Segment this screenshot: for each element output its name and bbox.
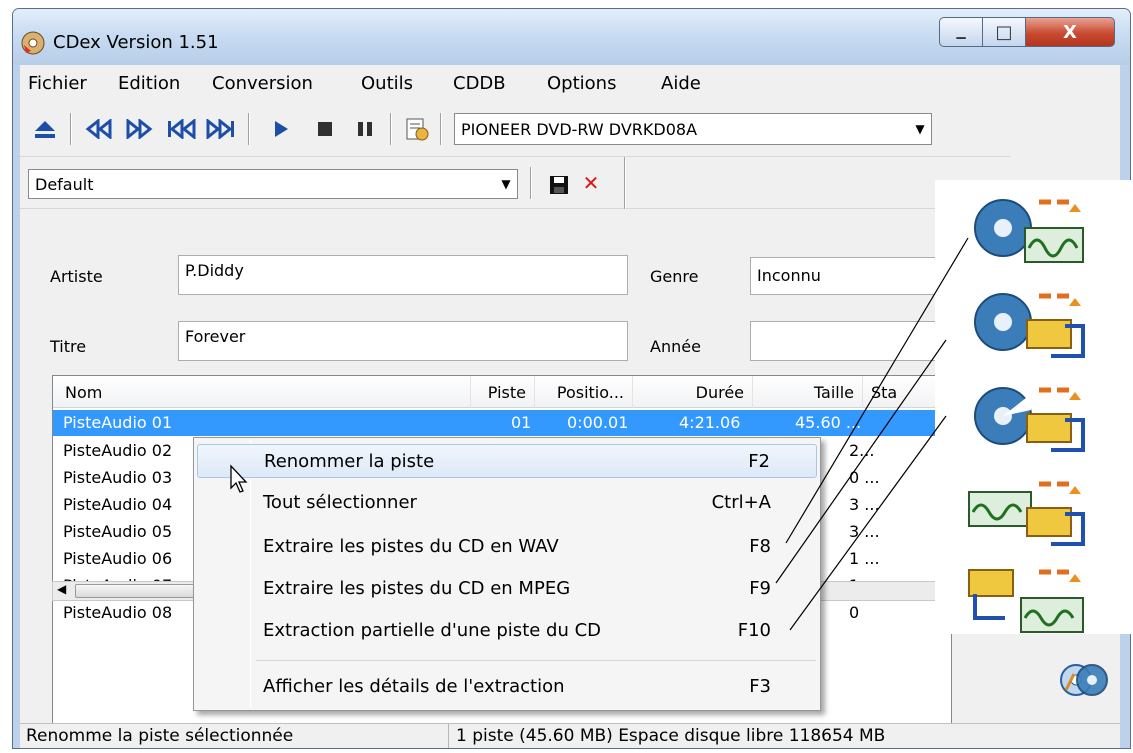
- title-bar[interactable]: CDex Version 1.51 ▁ □ X: [13, 9, 1130, 65]
- partial-extract-icon[interactable]: [965, 380, 1089, 454]
- menu-item-shortcut: F2: [748, 451, 770, 472]
- menu-bar: Fichier Edition Conversion Outils CDDB O…: [20, 65, 1120, 101]
- track-name: PisteAudio 02: [63, 441, 173, 460]
- table-row[interactable]: PisteAudio 01 01 0:00.01 4:21.06 45.60 .…: [53, 410, 951, 436]
- menu-item-shortcut: F10: [737, 620, 771, 641]
- menu-conversion[interactable]: Conversion: [212, 73, 313, 94]
- delete-profile-icon[interactable]: ✕: [580, 171, 602, 195]
- status-disk-info: 1 piste (45.60 MB) Espace disque libre 1…: [456, 726, 886, 746]
- column-nom[interactable]: Nom: [53, 376, 471, 408]
- column-piste[interactable]: Piste: [471, 376, 535, 408]
- menu-item-shortcut: F8: [749, 536, 771, 557]
- minimize-icon: ▁: [956, 25, 966, 39]
- menu-item-shortcut: F9: [749, 578, 771, 599]
- menu-item-extract-mpeg[interactable]: Extraire les pistes du CD en MPEG F9: [197, 572, 817, 606]
- genre-label: Genre: [650, 267, 699, 286]
- wav-to-mp3-icon[interactable]: [965, 474, 1089, 548]
- title-label: Titre: [50, 337, 87, 356]
- context-menu: Renommer la piste F2 Tout sélectionner C…: [193, 437, 821, 711]
- previous-track-icon[interactable]: [166, 117, 196, 141]
- column-duree[interactable]: Durée: [633, 376, 753, 408]
- scroll-left-icon[interactable]: ◀: [57, 582, 66, 596]
- menu-item-shortcut: Ctrl+A: [711, 492, 771, 513]
- track-name: PisteAudio 04: [63, 495, 173, 514]
- save-icon[interactable]: [548, 173, 570, 197]
- menu-item-label: Tout sélectionner: [263, 492, 417, 513]
- menu-options[interactable]: Options: [547, 73, 616, 94]
- column-taille[interactable]: Taille: [753, 376, 863, 408]
- conversion-icon-panel: [935, 180, 1133, 634]
- track-size: 0: [849, 603, 860, 622]
- menu-item-label: Extraire les pistes du CD en WAV: [263, 536, 559, 557]
- drive-select-value: PIONEER DVD-RW DVRKD08A: [461, 119, 698, 139]
- track-size: 1 ...: [849, 549, 880, 568]
- artist-label: Artiste: [50, 267, 103, 286]
- track-size: 2...: [849, 441, 875, 460]
- title-field[interactable]: Forever: [178, 321, 628, 361]
- track-name: PisteAudio 08: [63, 603, 173, 622]
- window-title: CDex Version 1.51: [53, 32, 219, 53]
- track-list-header: Nom Piste Positio... Durée Taille Sta: [53, 376, 951, 408]
- menu-item-rename-track[interactable]: Renommer la piste F2: [197, 444, 817, 478]
- maximize-button[interactable]: □: [982, 17, 1026, 47]
- menu-item-partial-extract[interactable]: Extraction partielle d'une piste du CD F…: [197, 614, 817, 648]
- menu-item-shortcut: F3: [749, 676, 771, 697]
- year-field[interactable]: [750, 321, 950, 361]
- cd-to-mp3-icon[interactable]: [965, 286, 1089, 360]
- fast-forward-icon[interactable]: [124, 117, 154, 141]
- profile-select[interactable]: Default ▼: [28, 169, 518, 199]
- menu-outils[interactable]: Outils: [361, 73, 413, 94]
- column-position[interactable]: Positio...: [535, 376, 633, 408]
- chevron-down-icon: ▼: [915, 122, 925, 136]
- track-name: PisteAudio 05: [63, 522, 173, 541]
- profile-select-value: Default: [35, 174, 94, 194]
- play-icon[interactable]: [270, 117, 292, 141]
- rewind-icon[interactable]: [84, 117, 114, 141]
- maximize-icon: □: [995, 21, 1013, 43]
- track-duration: 4:21.06: [679, 413, 741, 432]
- pause-icon[interactable]: [354, 117, 376, 141]
- mp3-to-wav-icon[interactable]: [965, 562, 1089, 636]
- cdex-app-icon: [21, 31, 45, 55]
- menu-edition[interactable]: Edition: [118, 73, 180, 94]
- track-name: PisteAudio 03: [63, 468, 173, 487]
- close-button[interactable]: X: [1025, 17, 1115, 47]
- track-size: 3 ...: [849, 495, 880, 514]
- track-size: 3 ...: [849, 522, 880, 541]
- mouse-cursor-icon: [229, 464, 251, 499]
- track-size: 0 ...: [849, 468, 880, 487]
- stop-icon[interactable]: [314, 117, 336, 141]
- drive-select[interactable]: PIONEER DVD-RW DVRKD08A ▼: [454, 113, 932, 145]
- profile-toolbar: Default ▼ ✕: [20, 157, 940, 209]
- menu-aide[interactable]: Aide: [661, 73, 701, 94]
- menu-item-show-extraction-details[interactable]: Afficher les détails de l'extraction F3: [197, 670, 817, 704]
- menu-fichier[interactable]: Fichier: [28, 73, 87, 94]
- track-position: 0:00.01: [567, 413, 629, 432]
- track-number: 01: [511, 413, 532, 432]
- cd-info-icon[interactable]: [404, 117, 430, 141]
- menu-cddb[interactable]: CDDB: [453, 73, 506, 94]
- status-message: Renomme la piste sélectionnée: [26, 726, 294, 746]
- cd-to-wav-icon[interactable]: [965, 192, 1089, 266]
- close-icon: X: [1063, 21, 1077, 43]
- year-label: Année: [650, 337, 701, 356]
- menu-item-label: Afficher les détails de l'extraction: [263, 676, 565, 697]
- menu-item-extract-wav[interactable]: Extraire les pistes du CD en WAV F8: [197, 530, 817, 564]
- menu-item-label: Extraire les pistes du CD en MPEG: [263, 578, 571, 599]
- artist-field[interactable]: P.Diddy: [178, 255, 628, 295]
- chevron-down-icon: ▼: [501, 177, 511, 191]
- transport-toolbar: PIONEER DVD-RW DVRKD08A ▼: [20, 101, 1010, 157]
- menu-item-select-all[interactable]: Tout sélectionner Ctrl+A: [197, 486, 817, 520]
- eject-icon[interactable]: [32, 117, 58, 141]
- minimize-button[interactable]: ▁: [939, 17, 983, 47]
- track-name: PisteAudio 01: [63, 413, 173, 432]
- cd-ripper-icon[interactable]: [1052, 654, 1122, 706]
- track-name: PisteAudio 06: [63, 549, 173, 568]
- status-bar: Renomme la piste sélectionnée 1 piste (4…: [20, 723, 1120, 748]
- track-size: 45.60 ...: [795, 413, 862, 432]
- genre-select[interactable]: Inconnu: [750, 257, 950, 295]
- next-track-icon[interactable]: [206, 117, 236, 141]
- menu-item-label: Extraction partielle d'une piste du CD: [263, 620, 602, 641]
- menu-item-label: Renommer la piste: [264, 451, 435, 472]
